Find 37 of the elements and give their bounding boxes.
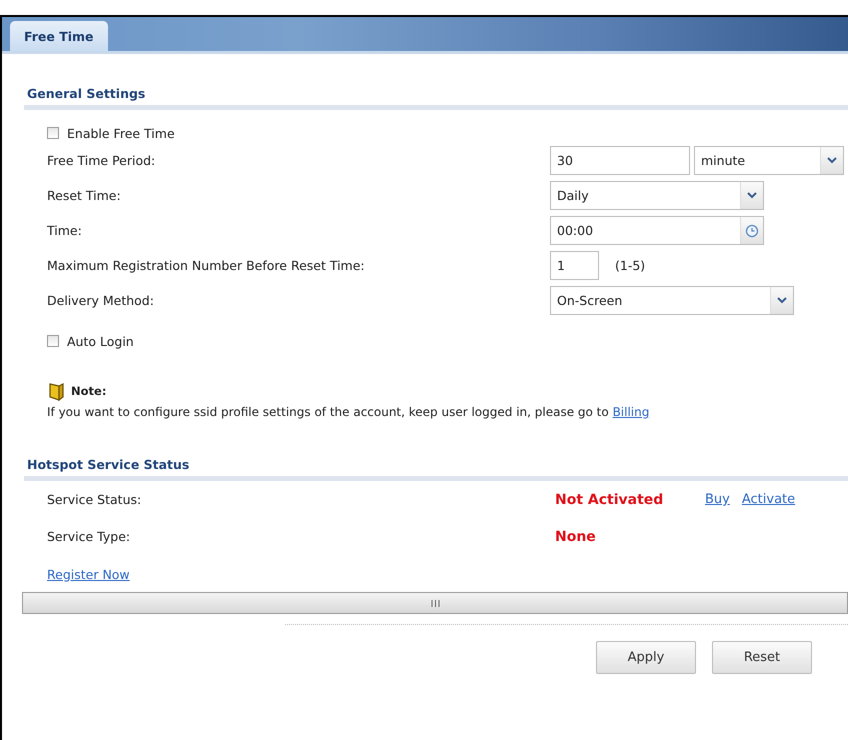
chevron-down-icon: [820, 147, 843, 174]
field-label: Maximum Registration Number Before Reset Time:: [47, 258, 366, 273]
register-link[interactable]: Register Now: [47, 567, 130, 582]
status-value: None: [555, 528, 597, 544]
form-button[interactable]: Reset: [712, 641, 812, 674]
chevron-down-icon: [740, 182, 763, 209]
field-label: Time:: [47, 223, 83, 238]
field-label: Free Time Period:: [47, 153, 156, 168]
action-link[interactable]: Buy: [705, 492, 730, 507]
tab[interactable]: Free Time: [10, 21, 108, 51]
clock-icon: [740, 217, 763, 244]
field-label: Delivery Method:: [47, 293, 155, 308]
input-field[interactable]: 30: [550, 146, 690, 175]
note-text: If you want to configure ssid profile settings of the account, keep user logged in, please go to Billing: [47, 405, 650, 419]
section-title: General Settings: [24, 86, 848, 110]
action-link[interactable]: Activate: [742, 492, 796, 507]
range-hint: (1-5): [615, 258, 646, 273]
dropdown[interactable]: Daily: [550, 181, 764, 210]
checkbox-label: Enable Free Time: [67, 126, 175, 140]
horizontal-scrollbar[interactable]: [22, 592, 848, 614]
status-label: Service Status:: [47, 492, 142, 507]
form-button[interactable]: Apply: [596, 641, 696, 674]
status-value: Not Activated: [555, 492, 664, 508]
dropdown[interactable]: On-Screen: [550, 286, 794, 315]
status-label: Service Type:: [47, 529, 132, 544]
time-field[interactable]: 00:00: [550, 216, 764, 245]
checkbox-label: Auto Login: [67, 334, 134, 348]
grip-icon: [430, 600, 440, 606]
dropdown[interactable]: minute: [694, 146, 844, 175]
note-title: Note:: [71, 384, 106, 398]
checkbox[interactable]: [47, 127, 59, 139]
section-title: Hotspot Service Status: [24, 457, 848, 481]
field-label: Reset Time:: [47, 188, 122, 203]
billing-link[interactable]: Billing: [612, 405, 650, 419]
checkbox[interactable]: [47, 335, 59, 347]
chevron-down-icon: [770, 287, 793, 314]
input-field[interactable]: 1: [550, 251, 599, 280]
